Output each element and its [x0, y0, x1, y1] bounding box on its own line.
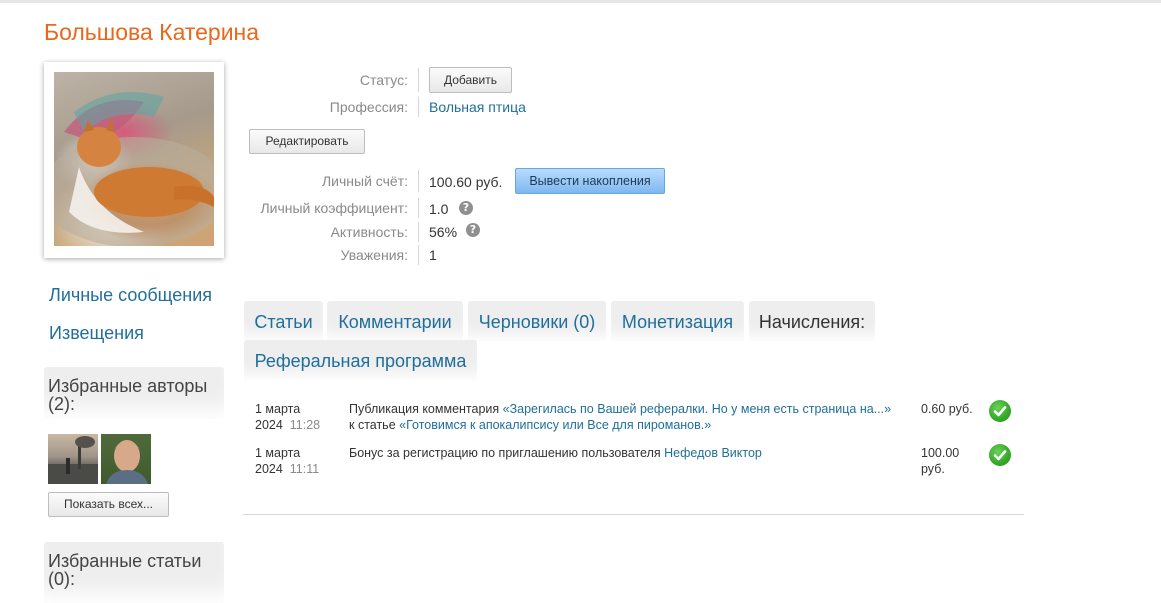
- status-label: Статус:: [359, 72, 408, 88]
- accrual-description: Бонус за регистрацию по приглашению поль…: [349, 445, 899, 461]
- avatar[interactable]: [48, 434, 98, 484]
- show-all-authors-button[interactable]: Показать всех...: [48, 492, 169, 517]
- accrual-amount: 0.60 руб.: [921, 402, 973, 416]
- accrual-date: 1 марта 2024 11:28: [255, 401, 320, 433]
- separator: [418, 245, 419, 265]
- coefficient-label: Личный коэффициент:: [260, 200, 408, 216]
- account-value: 100.60 руб.: [429, 174, 503, 190]
- separator: [418, 170, 419, 192]
- accrual-date-day: 1 марта: [255, 402, 301, 416]
- respect-label: Уважения:: [340, 247, 408, 263]
- accrual-time: 11:28: [289, 418, 321, 432]
- coefficient-value: 1.0: [429, 201, 449, 217]
- withdraw-button[interactable]: Вывести накопления: [515, 168, 665, 194]
- edit-profile-button[interactable]: Редактировать: [249, 129, 365, 154]
- article-link[interactable]: «Готовимся к апокалипсису или Все для пи…: [399, 418, 711, 432]
- sidebar-link-notifications[interactable]: Извещения: [49, 323, 144, 344]
- question-circle-icon[interactable]: ?: [459, 201, 473, 215]
- top-border: [0, 0, 1161, 3]
- add-status-button[interactable]: Добавить: [429, 67, 512, 93]
- profession-label: Профессия:: [329, 99, 408, 115]
- activity-value: 56%: [429, 224, 458, 240]
- favorite-articles-title: Избранные статьи (0):: [48, 551, 202, 589]
- profession-link[interactable]: Вольная птица: [429, 99, 526, 115]
- profile-photo-frame: [44, 62, 224, 258]
- cat-photo[interactable]: [54, 72, 214, 246]
- accrual-description-text: к статье: [349, 418, 396, 432]
- accrual-date-day: 1 марта: [255, 446, 301, 460]
- accrual-amount: 100.00 руб.: [921, 446, 960, 476]
- separator: [418, 68, 419, 92]
- check-circle-icon: [989, 400, 1011, 422]
- accrual-date-year: 2024: [255, 462, 283, 476]
- activity-label: Активность:: [330, 224, 408, 240]
- comment-link[interactable]: «Зарегилась по Вашей рефералки. Но у мен…: [503, 402, 891, 416]
- separator: [418, 97, 419, 117]
- separator: [418, 198, 419, 218]
- divider: [243, 514, 1024, 515]
- favorite-authors-panel: Избранные авторы (2):: [44, 367, 224, 419]
- question-circle-icon[interactable]: ?: [466, 223, 480, 237]
- profile-name: Большова Катерина: [44, 19, 260, 45]
- sidebar-link-messages[interactable]: Личные сообщения: [49, 285, 212, 306]
- separator: [418, 222, 419, 242]
- tab-drafts[interactable]: Черновики (0): [468, 301, 606, 341]
- accrual-date: 1 марта 2024 11:11: [255, 445, 319, 477]
- tab-referral-program[interactable]: Реферальная программа: [244, 340, 477, 380]
- accrual-description: Публикация комментария «Зарегилась по Ва…: [349, 401, 899, 433]
- user-link[interactable]: Нефедов Виктор: [664, 446, 762, 460]
- respect-value: 1: [429, 247, 437, 263]
- tab-articles[interactable]: Статьи: [244, 301, 323, 341]
- accrual-description-text: Бонус за регистрацию по приглашению поль…: [349, 446, 661, 460]
- accrual-time: 11:11: [289, 462, 320, 476]
- tab-comments[interactable]: Комментарии: [327, 301, 463, 341]
- favorite-articles-panel: Избранные статьи (0):: [44, 542, 224, 603]
- avatar[interactable]: [101, 434, 151, 484]
- tab-monetization[interactable]: Монетизация: [611, 301, 744, 341]
- tab-accruals[interactable]: Начисления:: [749, 301, 875, 341]
- favorite-authors-title: Избранные авторы (2):: [48, 376, 208, 414]
- check-circle-icon: [989, 444, 1011, 466]
- accrual-description-text: Публикация комментария: [349, 402, 500, 416]
- accrual-date-year: 2024: [255, 418, 283, 432]
- account-label: Личный счёт:: [321, 173, 408, 189]
